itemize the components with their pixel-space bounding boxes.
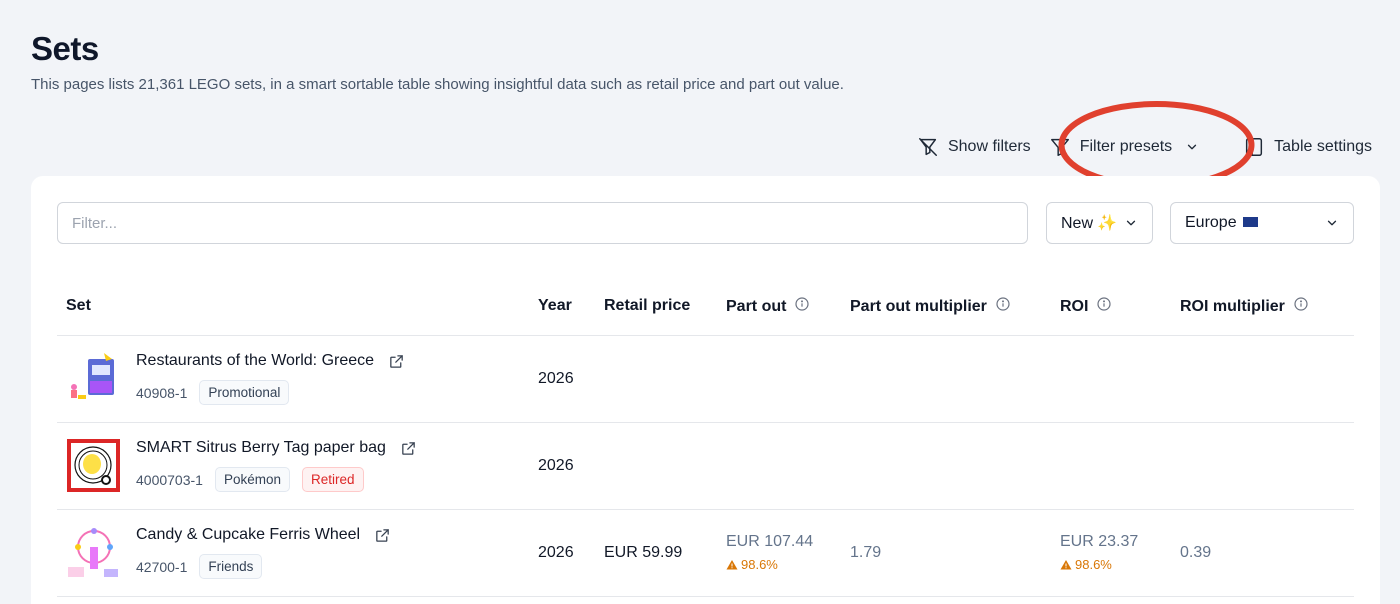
year-cell: 2026 bbox=[538, 422, 604, 510]
header-year[interactable]: Year bbox=[538, 278, 604, 336]
warning-icon bbox=[726, 559, 738, 569]
eu-flag-icon bbox=[1242, 216, 1258, 227]
sort-select-value: New bbox=[1061, 215, 1094, 232]
roi-cell bbox=[1060, 422, 1180, 510]
chevron-down-icon bbox=[1126, 220, 1136, 226]
set-thumbnail-image[interactable] bbox=[66, 351, 121, 406]
theme-badge[interactable]: Friends bbox=[199, 554, 263, 579]
sets-table: Set Year Retail price Part out Part out … bbox=[57, 278, 1354, 597]
table-settings-button[interactable]: Table settings bbox=[1243, 136, 1372, 158]
chevron-down-icon bbox=[1327, 220, 1337, 226]
region-select[interactable]: Europe bbox=[1170, 202, 1354, 244]
filter-input[interactable] bbox=[57, 202, 1028, 244]
part-out-warning: 98.6% bbox=[726, 557, 850, 572]
sort-select[interactable]: New ✨ bbox=[1046, 202, 1153, 244]
external-link-icon[interactable] bbox=[388, 353, 405, 370]
part-out-value: EUR 107.44 bbox=[726, 533, 814, 550]
roi-cell bbox=[1060, 335, 1180, 423]
theme-badge[interactable]: Promotional bbox=[199, 380, 290, 405]
roi-multiplier-cell bbox=[1180, 335, 1354, 423]
table-settings-label: Table settings bbox=[1274, 138, 1372, 155]
table-row: SMART Sitrus Berry Tag paper bag 4000703… bbox=[57, 422, 1354, 510]
part-out-multiplier-cell bbox=[850, 422, 1060, 510]
retail-price-cell bbox=[604, 335, 726, 423]
set-number: 4000703-1 bbox=[136, 471, 203, 488]
set-name-link[interactable]: SMART Sitrus Berry Tag paper bag bbox=[136, 439, 386, 457]
header-part-out-multiplier[interactable]: Part out multiplier bbox=[850, 278, 1060, 336]
year-cell: 2026 bbox=[538, 509, 604, 597]
year-cell: 2026 bbox=[538, 335, 604, 423]
roi-cell: EUR 23.37 98.6% bbox=[1060, 509, 1180, 597]
part-out-cell bbox=[726, 422, 850, 510]
info-icon[interactable] bbox=[1096, 296, 1112, 312]
roi-multiplier-cell: 0.39 bbox=[1180, 509, 1354, 597]
retail-price-cell: EUR 59.99 bbox=[604, 509, 726, 597]
part-out-cell: EUR 107.44 98.6% bbox=[726, 509, 850, 597]
header-roi-multiplier[interactable]: ROI multiplier bbox=[1180, 278, 1354, 336]
header-set[interactable]: Set bbox=[57, 278, 538, 336]
table-header-row: Set Year Retail price Part out Part out … bbox=[57, 278, 1354, 336]
page-title: Sets bbox=[31, 30, 99, 67]
info-icon[interactable] bbox=[1293, 296, 1309, 312]
set-thumbnail-image[interactable] bbox=[66, 438, 121, 493]
page-subtitle: This pages lists 21,361 LEGO sets, in a … bbox=[31, 76, 844, 93]
show-filters-button[interactable]: Show filters bbox=[917, 136, 1031, 158]
info-icon[interactable] bbox=[794, 296, 810, 312]
header-roi[interactable]: ROI bbox=[1060, 278, 1180, 336]
region-select-value: Europe bbox=[1185, 214, 1237, 231]
warning-icon bbox=[1060, 559, 1072, 569]
set-name-link[interactable]: Restaurants of the World: Greece bbox=[136, 352, 374, 370]
info-icon[interactable] bbox=[995, 296, 1011, 312]
external-link-icon[interactable] bbox=[400, 440, 417, 457]
table-row: Candy & Cupcake Ferris Wheel 42700-1 Fri… bbox=[57, 509, 1354, 597]
set-number: 42700-1 bbox=[136, 558, 188, 575]
roi-multiplier-cell bbox=[1180, 422, 1354, 510]
header-part-out[interactable]: Part out bbox=[726, 278, 850, 336]
set-name-link[interactable]: Candy & Cupcake Ferris Wheel bbox=[136, 526, 360, 544]
theme-badge[interactable]: Pokémon bbox=[214, 467, 290, 492]
part-out-cell bbox=[726, 335, 850, 423]
retail-price-cell bbox=[604, 422, 726, 510]
set-number: 40908-1 bbox=[136, 384, 188, 401]
show-filters-label: Show filters bbox=[947, 138, 1031, 155]
roi-warning: 98.6% bbox=[1060, 557, 1180, 572]
table-row: Restaurants of the World: Greece 40908-1… bbox=[57, 335, 1354, 423]
retired-badge: Retired bbox=[302, 467, 364, 492]
header-retail-price[interactable]: Retail price bbox=[604, 278, 726, 336]
part-out-multiplier-cell: 1.79 bbox=[850, 509, 1060, 597]
filter-off-icon bbox=[919, 138, 937, 156]
external-link-icon[interactable] bbox=[374, 527, 391, 544]
set-thumbnail-image[interactable] bbox=[66, 525, 121, 580]
sets-table-card: New✨ Europe Set Year Retail price Part o… bbox=[31, 176, 1380, 604]
part-out-multiplier-cell bbox=[850, 335, 1060, 423]
sparkles-icon: ✨ bbox=[1097, 215, 1117, 232]
roi-value: EUR 23.37 bbox=[1060, 533, 1139, 550]
